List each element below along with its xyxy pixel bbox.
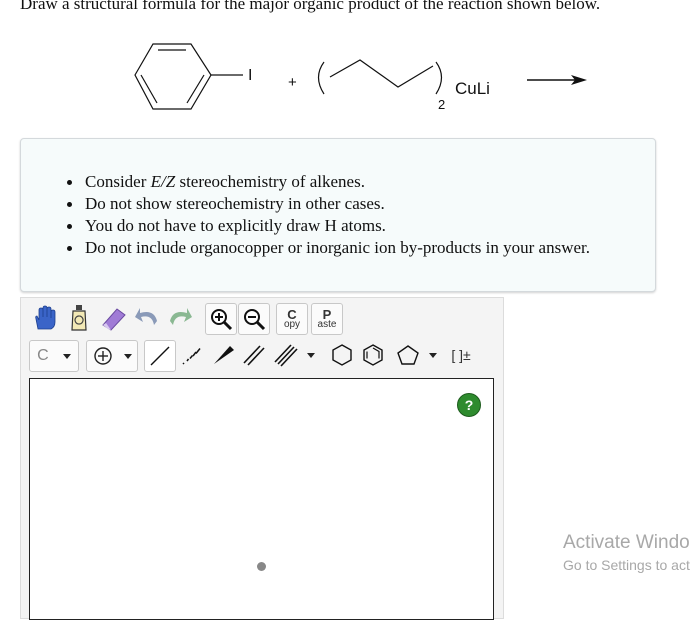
instruction-item: Consider E/Z stereochemistry of alkenes. bbox=[66, 171, 590, 193]
reaction-arrow bbox=[527, 75, 587, 85]
chevron-down-icon bbox=[306, 352, 315, 358]
bracket-button[interactable]: [ ]± bbox=[446, 340, 476, 370]
right-paren bbox=[435, 61, 443, 95]
drawing-canvas[interactable]: ? bbox=[29, 378, 494, 620]
chevron-down-icon bbox=[62, 353, 71, 359]
eraser-icon bbox=[102, 308, 126, 331]
atom-selector[interactable]: C bbox=[29, 340, 79, 372]
chevron-down-icon bbox=[123, 353, 132, 359]
undo-icon bbox=[135, 308, 157, 325]
eraser-tool-button[interactable] bbox=[99, 303, 129, 333]
hashed-bond-button[interactable] bbox=[177, 340, 207, 370]
plus-charge-icon bbox=[93, 347, 112, 365]
instruction-item: Do not include organocopper or inorganic… bbox=[66, 238, 591, 257]
chevron-down-icon bbox=[428, 352, 437, 358]
cyclohexane-button[interactable] bbox=[327, 340, 357, 370]
hand-tool-button[interactable] bbox=[29, 303, 59, 333]
watermark-title: Activate Windo bbox=[563, 532, 690, 553]
instruction-item: Do not show stereochemistry in other cas… bbox=[66, 193, 590, 215]
hexagon-icon bbox=[332, 344, 352, 366]
watermark-subtitle: Go to Settings to act bbox=[563, 557, 690, 573]
double-bond-icon bbox=[243, 345, 265, 366]
hand-icon bbox=[35, 305, 56, 330]
single-bond-icon bbox=[150, 346, 170, 366]
zoom-in-button[interactable] bbox=[205, 303, 237, 335]
zoom-in-icon bbox=[211, 309, 233, 331]
triple-bond-icon bbox=[273, 344, 298, 367]
iodine-label: I bbox=[248, 67, 252, 84]
paste-button-label: aste bbox=[317, 318, 337, 330]
instructions-list: Consider E/Z stereochemistry of alkenes.… bbox=[21, 171, 590, 259]
hashed-bond-icon bbox=[182, 348, 201, 365]
help-button[interactable]: ? bbox=[457, 393, 481, 417]
left-paren bbox=[317, 61, 325, 95]
structure-editor: C opy P aste C []± ? bbox=[20, 297, 504, 620]
eraser-bottle-icon bbox=[71, 305, 87, 331]
wedge-bond-icon bbox=[214, 346, 234, 364]
bracket-label: [ ]± bbox=[451, 347, 471, 363]
subscript-two: 2 bbox=[438, 97, 445, 112]
instruction-item: You do not have to explicitly draw H ato… bbox=[66, 215, 590, 237]
reaction-drawing: I + 2 CuLi bbox=[134, 43, 587, 112]
undo-button[interactable] bbox=[133, 303, 163, 333]
double-bond-button[interactable] bbox=[239, 340, 269, 370]
benzene-button[interactable] bbox=[358, 340, 388, 370]
triple-bond-button[interactable] bbox=[269, 340, 319, 370]
pentagon-icon bbox=[396, 345, 419, 365]
copy-button[interactable]: C opy bbox=[276, 303, 308, 335]
redo-button[interactable] bbox=[164, 303, 194, 333]
canvas-center-dot bbox=[257, 562, 266, 571]
copy-button-label: opy bbox=[283, 318, 301, 330]
paste-button[interactable]: P aste bbox=[311, 303, 343, 335]
plus-sign: + bbox=[288, 74, 297, 91]
reagent-label: CuLi bbox=[455, 79, 490, 98]
zoom-out-button[interactable] bbox=[238, 303, 270, 335]
benzene-icon bbox=[363, 344, 383, 366]
zoom-out-icon bbox=[244, 309, 266, 331]
paste-button-letter: P bbox=[322, 306, 332, 322]
charge-selector[interactable] bbox=[86, 340, 138, 372]
atom-label: C bbox=[37, 347, 49, 364]
single-bond-button[interactable] bbox=[144, 340, 176, 372]
reaction-scheme: I + 2 CuLi bbox=[120, 32, 600, 122]
wedge-bond-button[interactable] bbox=[208, 340, 238, 370]
redo-icon bbox=[170, 308, 192, 325]
instructions-box: Consider E/Z stereochemistry of alkenes.… bbox=[20, 138, 656, 292]
clear-button[interactable] bbox=[64, 303, 94, 333]
copy-button-letter: C bbox=[287, 306, 297, 322]
benzene-ring bbox=[134, 43, 243, 110]
butyl-chain bbox=[329, 59, 434, 88]
question-text: Draw a structural formula for the major … bbox=[20, 0, 601, 13]
activation-watermark: Activate Windo Go to Settings to act bbox=[563, 531, 690, 575]
cyclopentane-button[interactable] bbox=[391, 340, 441, 370]
